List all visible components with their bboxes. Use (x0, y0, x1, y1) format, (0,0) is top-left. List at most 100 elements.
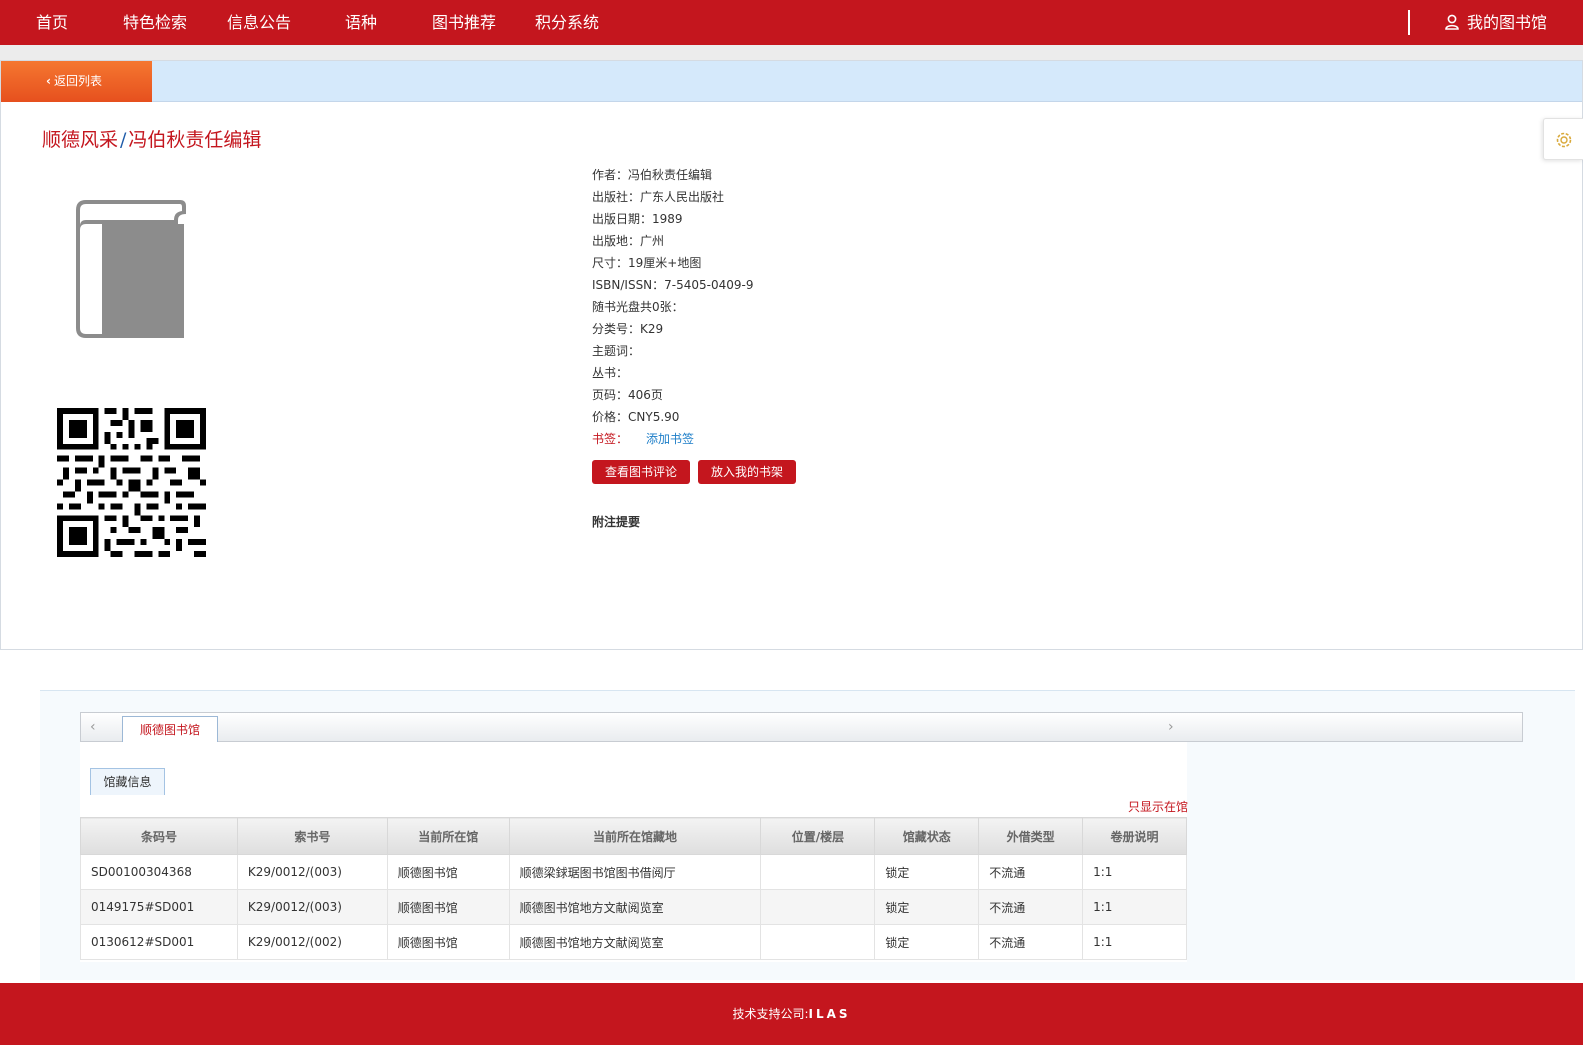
holdings-table: 条码号 索书号 当前所在馆 当前所在馆藏地 位置/楼层 馆藏状态 外借类型 卷册… (80, 817, 1187, 960)
meta-value: 1989 (652, 212, 683, 226)
meta-value: 广东人民出版社 (640, 190, 725, 204)
table-cell: 1:1 (1082, 854, 1187, 890)
view-reviews-button[interactable]: 查看图书评论 (592, 460, 691, 484)
add-bookmark-link[interactable]: 添加书签 (646, 432, 694, 446)
table-cell: SD00100304368 (80, 854, 238, 890)
meta-label: 丛书： (592, 366, 629, 380)
table-cell: 1:1 (1082, 889, 1187, 925)
meta-row: 随书光盘共0张： (592, 296, 754, 318)
meta-value: 冯伯秋责任编辑 (628, 168, 713, 182)
book-icon (76, 200, 186, 338)
settings-side-tab[interactable] (1543, 118, 1583, 160)
nav-announcements[interactable]: 信息公告 (227, 0, 291, 45)
notes-heading: 附注提要 (592, 515, 641, 529)
meta-value: 7-5405-0409-9 (664, 278, 754, 292)
back-to-list-button[interactable]: ‹ 返回列表 (1, 61, 152, 102)
tab-shunde-library[interactable]: 顺德图书馆 (122, 716, 218, 743)
column-header: 位置/楼层 (760, 817, 876, 855)
nav-languages[interactable]: 语种 (345, 0, 377, 45)
column-header: 外借类型 (978, 817, 1084, 855)
my-library-link[interactable]: 我的图书馆 (1445, 0, 1547, 45)
meta-row: 作者：冯伯秋责任编辑 (592, 164, 754, 186)
table-cell: K29/0012/(002) (236, 924, 388, 960)
book-title-main: 顺德风采 (42, 129, 119, 151)
table-row: SD00100304368 K29/0012/(003) 顺德图书馆 顺德梁銶琚… (80, 854, 1187, 890)
tab-holdings-info[interactable]: 馆藏信息 (90, 768, 165, 795)
meta-label: 价格： (592, 410, 629, 424)
column-header: 条码号 (80, 817, 238, 855)
chevron-right-icon[interactable]: › (1168, 719, 1174, 735)
chevron-left-icon: ‹ (46, 74, 51, 88)
table-cell: 顺德图书馆地方文献阅览室 (508, 924, 762, 960)
book-detail-panel: ‹ 返回列表 顺德风采 / 冯伯秋责任编辑 作者：冯伯秋责任编辑 出版社：广东人… (0, 60, 1583, 650)
book-title-responsibility: 冯伯秋责任编辑 (128, 129, 262, 151)
footer-company: ILAS (808, 1007, 851, 1021)
library-tabbar: ‹ 顺德图书馆 › (80, 712, 1523, 743)
table-cell: K29/0012/(003) (236, 854, 388, 890)
table-cell: 锁定 (874, 854, 980, 890)
bookmark-row: 书签： 添加书签 (592, 428, 754, 450)
nav-separator-bar (0, 45, 1583, 60)
table-cell: 不流通 (978, 924, 1084, 960)
meta-row: 价格：CNY5.90 (592, 406, 754, 428)
only-in-library-link[interactable]: 只显示在馆 (1128, 798, 1188, 815)
meta-row: 主题词： (592, 340, 754, 362)
column-header: 索书号 (236, 817, 388, 855)
column-header: 馆藏状态 (874, 817, 980, 855)
holdings-section: ‹ 顺德图书馆 › 馆藏信息 只显示在馆 条码号 索书号 当前所在馆 当前所在馆… (40, 690, 1575, 980)
meta-label: 出版日期： (592, 212, 653, 226)
meta-row: 出版社：广东人民出版社 (592, 186, 754, 208)
table-cell: K29/0012/(003) (236, 889, 388, 925)
table-cell: 0149175#SD001 (80, 889, 238, 925)
meta-label: ISBN/ISSN： (592, 278, 665, 292)
action-buttons: 查看图书评论 放入我的书架 (592, 460, 804, 484)
back-bar: ‹ 返回列表 (1, 61, 1582, 102)
meta-row: ISBN/ISSN：7-5405-0409-9 (592, 274, 754, 296)
table-cell (760, 889, 876, 925)
table-row: 0149175#SD001 K29/0012/(003) 顺德图书馆 顺德图书馆… (80, 889, 1187, 925)
table-cell: 顺德梁銶琚图书馆图书借阅厅 (508, 854, 762, 890)
meta-row: 出版地：广州 (592, 230, 754, 252)
book-title-separator: / (120, 129, 127, 151)
table-cell: 锁定 (874, 924, 980, 960)
table-cell: 顺德图书馆 (386, 924, 510, 960)
meta-value: CNY5.90 (628, 410, 680, 424)
column-header: 当前所在馆藏地 (508, 817, 762, 855)
meta-row: 丛书： (592, 362, 754, 384)
nav-divider (1408, 10, 1410, 35)
meta-value: K29 (640, 322, 664, 336)
footer-label: 技术支持公司: (732, 1007, 809, 1021)
table-cell: 锁定 (874, 889, 980, 925)
meta-value: 19厘米+地图 (628, 256, 702, 270)
meta-row: 出版日期：1989 (592, 208, 754, 230)
meta-row: 尺寸：19厘米+地图 (592, 252, 754, 274)
qr-code (57, 408, 206, 557)
nav-points-system[interactable]: 积分系统 (535, 0, 599, 45)
top-navbar: 首页 特色检索 信息公告 语种 图书推荐 积分系统 我的图书馆 (0, 0, 1583, 45)
meta-label: 出版社： (592, 190, 641, 204)
my-library-label: 我的图书馆 (1467, 13, 1548, 32)
meta-label: 页码： (592, 388, 629, 402)
user-icon (1445, 14, 1459, 30)
book-title: 顺德风采 / 冯伯秋责任编辑 (42, 125, 261, 152)
meta-label: 分类号： (592, 322, 641, 336)
library-tab-content: 馆藏信息 只显示在馆 条码号 索书号 当前所在馆 当前所在馆藏地 位置/楼层 馆… (80, 742, 1188, 962)
table-cell: 顺德图书馆地方文献阅览室 (508, 889, 762, 925)
chevron-left-icon[interactable]: ‹ (90, 719, 96, 735)
meta-label: 尺寸： (592, 256, 629, 270)
add-to-shelf-button[interactable]: 放入我的书架 (698, 460, 797, 484)
nav-special-search[interactable]: 特色检索 (123, 0, 187, 45)
table-cell: 0130612#SD001 (80, 924, 238, 960)
table-row: 0130612#SD001 K29/0012/(002) 顺德图书馆 顺德图书馆… (80, 924, 1187, 960)
meta-row: 分类号：K29 (592, 318, 754, 340)
meta-value: 406页 (628, 388, 663, 402)
settings-icon (1556, 132, 1572, 148)
bookmark-label: 书签： (592, 432, 629, 446)
table-cell: 不流通 (978, 854, 1084, 890)
nav-book-recommend[interactable]: 图书推荐 (432, 0, 496, 45)
column-header: 卷册说明 (1082, 817, 1187, 855)
table-cell: 顺德图书馆 (386, 854, 510, 890)
table-header-row: 条码号 索书号 当前所在馆 当前所在馆藏地 位置/楼层 馆藏状态 外借类型 卷册… (80, 817, 1187, 855)
table-cell: 顺德图书馆 (386, 889, 510, 925)
nav-home[interactable]: 首页 (36, 0, 68, 45)
